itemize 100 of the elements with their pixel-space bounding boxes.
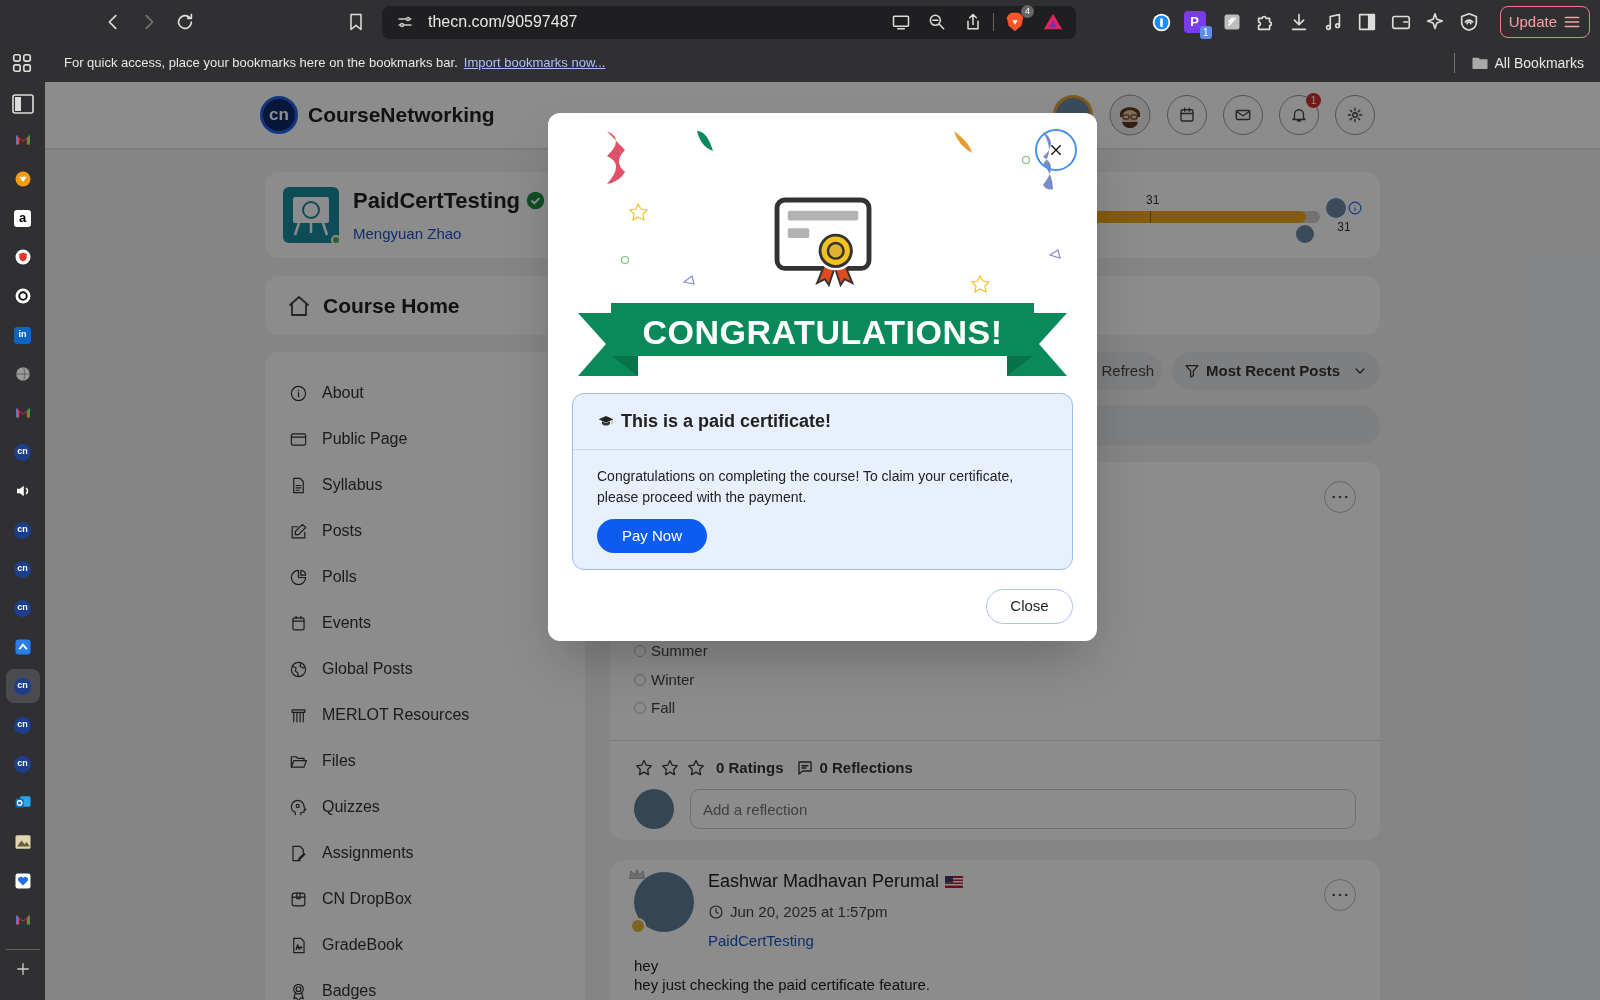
update-button[interactable]: Update xyxy=(1499,6,1590,38)
quizzes-icon xyxy=(289,797,308,817)
extension-count-badge: 4 xyxy=(1021,5,1034,18)
poll-option[interactable]: Fall xyxy=(634,697,1380,720)
course-menu-item[interactable]: Posts xyxy=(289,508,585,554)
star-icon[interactable] xyxy=(686,757,706,778)
course-menu-item[interactable]: GradeBook xyxy=(289,922,585,968)
settings-icon xyxy=(1346,106,1364,124)
author-name[interactable]: Eashwar Madhavan Perumal xyxy=(708,868,940,895)
star-icon[interactable] xyxy=(660,757,680,778)
shield-app-icon[interactable] xyxy=(13,248,32,266)
star-rating[interactable] xyxy=(634,757,706,778)
course-menu-item[interactable]: Assignments xyxy=(289,830,585,876)
sidebar-app[interactable]: cn xyxy=(5,591,40,625)
close-dialog-button[interactable] xyxy=(1035,129,1077,171)
user-avatar xyxy=(1326,198,1346,218)
about-icon xyxy=(289,383,308,403)
posts-icon xyxy=(289,521,308,541)
cn-app-icon[interactable]: cn xyxy=(14,755,31,773)
course-home-title: Course Home xyxy=(323,292,460,319)
sidebar-app[interactable]: cn xyxy=(5,708,40,742)
sidebar-app[interactable]: cn xyxy=(5,435,40,469)
user-avatar xyxy=(1296,225,1314,243)
user-avatar xyxy=(634,872,694,932)
progress-count: 31 xyxy=(1337,219,1351,236)
clock-icon xyxy=(708,904,724,921)
address-bar[interactable]: thecn.com/90597487 4 xyxy=(382,5,1076,39)
lion-shield-icon[interactable] xyxy=(1004,11,1026,33)
password-manager-icon[interactable] xyxy=(1150,11,1172,33)
course-menu-item[interactable]: Events xyxy=(289,600,585,646)
reflection-input[interactable]: Add a reflection xyxy=(690,789,1356,829)
zoom-out-icon[interactable] xyxy=(927,12,947,32)
notice-message: Congratulations on completing the course! To claim your certificate, please proceed with the payment. xyxy=(597,467,1015,507)
apps-grid-icon[interactable] xyxy=(11,52,33,74)
image-app-icon[interactable] xyxy=(13,833,32,851)
more-icon xyxy=(1332,893,1348,897)
sidebar-app[interactable]: cn xyxy=(5,747,40,781)
heart-app-icon[interactable] xyxy=(13,872,32,890)
logo-icon[interactable]: cn xyxy=(260,96,298,134)
course-menu-item[interactable]: Global Posts xyxy=(289,646,585,692)
cn-app-icon[interactable]: cn xyxy=(14,521,31,539)
amazon-app-icon[interactable]: a xyxy=(14,209,31,227)
sidebar-app[interactable]: a xyxy=(5,201,40,235)
home-icon xyxy=(287,293,311,318)
app-icon[interactable] xyxy=(13,638,32,656)
extension-count-badge: 1 xyxy=(1200,26,1212,39)
cn-app-icon[interactable]: cn xyxy=(14,716,31,734)
course-menu-item[interactable]: Syllabus xyxy=(289,462,585,508)
sidebar-app[interactable]: cn xyxy=(5,552,40,586)
instructor-link[interactable]: Mengyuan Zhao xyxy=(353,223,546,246)
calendar-icon xyxy=(1178,106,1196,124)
cartoon-avatar-icon[interactable] xyxy=(1109,94,1151,136)
congratulations-banner-text: CONGRATULATIONS! xyxy=(641,312,1004,353)
polls-icon xyxy=(289,567,308,587)
reader-icon[interactable] xyxy=(10,92,35,116)
globe-app-icon[interactable] xyxy=(13,365,32,383)
sidebar-app[interactable]: cn xyxy=(5,513,40,547)
info-icon[interactable] xyxy=(1348,201,1362,215)
course-menu-item[interactable]: Quizzes xyxy=(289,784,585,830)
course-menu-item[interactable]: Badges xyxy=(289,968,585,1000)
linkedin-app-icon[interactable]: in xyxy=(14,326,31,344)
reflections-count: 0 Reflections xyxy=(819,757,913,778)
course-menu-item[interactable]: About xyxy=(289,370,585,416)
more-icon xyxy=(1332,495,1348,499)
import-bookmarks-link[interactable]: Import bookmarks now... xyxy=(463,53,606,73)
all-bookmarks-link[interactable]: All Bookmarks xyxy=(1494,52,1584,74)
course-menu-item[interactable]: Public Page xyxy=(289,416,585,462)
site-name[interactable]: CourseNetworking xyxy=(308,99,495,131)
course-title: PaidCertTesting xyxy=(353,187,521,216)
sort-dropdown[interactable]: Most Recent Posts xyxy=(1172,352,1380,390)
notifications-icon xyxy=(1290,106,1308,124)
pay-now-button[interactable]: Pay Now xyxy=(597,519,708,553)
course-menu-item[interactable]: Files xyxy=(289,738,585,784)
cast-icon[interactable] xyxy=(891,12,911,32)
cn-app-icon[interactable]: cn xyxy=(14,443,31,461)
course-menu-item[interactable]: MERLOT Resources xyxy=(289,692,585,738)
poll-option[interactable]: Winter xyxy=(634,668,1380,691)
triangle-confetti-drawing xyxy=(1049,249,1061,259)
ratings-count: 0 Ratings xyxy=(716,757,784,778)
course-menu-item[interactable]: CN DropBox xyxy=(289,876,585,922)
sidebar-app[interactable]: in xyxy=(5,318,40,352)
cn-app-icon[interactable]: cn xyxy=(14,599,31,617)
course-menu-item[interactable]: Polls xyxy=(289,554,585,600)
events-icon xyxy=(289,613,308,633)
user-avatar xyxy=(634,789,674,829)
poll-option[interactable]: Summer xyxy=(634,640,1380,663)
star-icon[interactable] xyxy=(634,757,654,778)
comment-icon[interactable] xyxy=(795,758,814,777)
cn-app-icon[interactable]: cn xyxy=(14,560,31,578)
close-button[interactable]: Close xyxy=(986,589,1073,624)
filter-icon xyxy=(1184,363,1200,379)
course-link[interactable]: PaidCertTesting xyxy=(708,929,964,952)
progress-marker-label: 31 xyxy=(1146,192,1160,209)
cn-app-icon[interactable]: cn xyxy=(14,677,31,695)
global-icon xyxy=(289,659,308,679)
flag-icon xyxy=(945,875,964,888)
post-text: hey just checking the paid certificate feature. xyxy=(634,975,931,994)
crown-icon xyxy=(628,866,646,882)
sidebar-app[interactable]: cn xyxy=(5,669,40,703)
post-text: hey xyxy=(634,956,660,975)
